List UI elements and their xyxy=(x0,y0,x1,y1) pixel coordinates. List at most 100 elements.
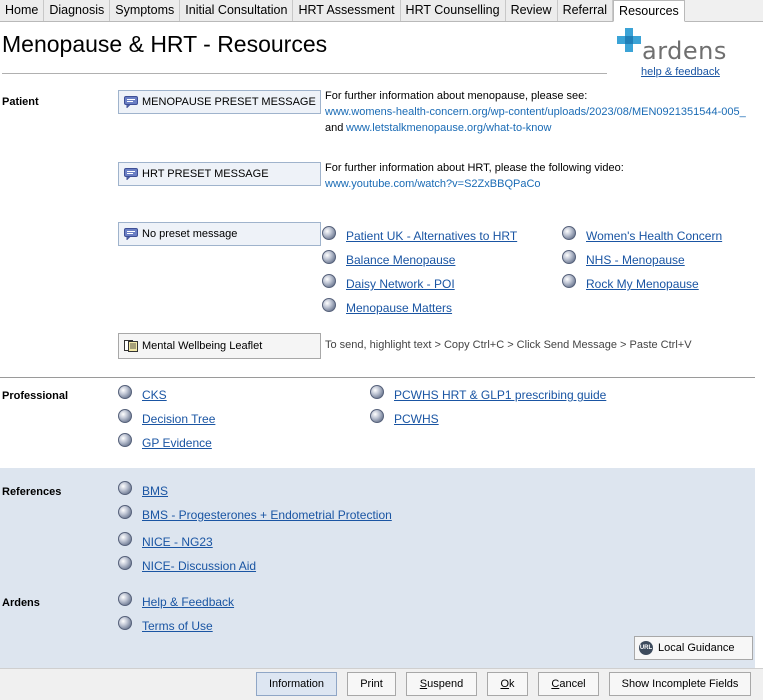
link-terms-of-use[interactable]: Terms of Use xyxy=(118,616,318,634)
section-label-patient: Patient xyxy=(2,96,39,108)
link-label: Menopause Matters xyxy=(346,301,453,315)
link-label: Decision Tree xyxy=(142,412,216,426)
link-help-feedback[interactable]: Help & Feedback xyxy=(118,592,318,610)
tab-initial-consultation[interactable]: Initial Consultation xyxy=(180,0,294,21)
tab-review[interactable]: Review xyxy=(505,0,558,21)
globe-icon xyxy=(322,298,336,312)
help-feedback-link[interactable]: help & feedback xyxy=(641,66,720,78)
url-badge-icon: URL xyxy=(639,641,653,655)
link-label: PCWHS HRT & GLP1 prescribing guide xyxy=(394,388,607,402)
title-divider xyxy=(2,73,607,74)
womens-health-concern-url[interactable]: www.womens-health-concern.org/wp-content… xyxy=(325,106,746,118)
menopause-preset-button[interactable]: MENOPAUSE PRESET MESSAGE xyxy=(118,90,321,114)
button-label: ancel xyxy=(559,678,586,690)
link-menopause-matters[interactable]: Menopause Matters xyxy=(322,298,542,316)
globe-icon xyxy=(118,616,132,630)
information-button[interactable]: Information xyxy=(256,672,337,696)
link-label: Daisy Network - POI xyxy=(346,277,455,291)
button-label: uspend xyxy=(427,678,464,690)
preset-label: No preset message xyxy=(142,228,238,240)
ok-button[interactable]: Ok xyxy=(487,672,528,696)
no-preset-button[interactable]: No preset message xyxy=(118,222,321,246)
letstalkmenopause-url[interactable]: www.letstalkmenopause.org/what-to-know xyxy=(346,122,551,134)
link-label: CKS xyxy=(142,388,167,402)
globe-icon xyxy=(562,274,576,288)
link-pcwhs-hrt-glp1[interactable]: PCWHS HRT & GLP1 prescribing guide xyxy=(370,385,630,403)
link-daisy-network[interactable]: Daisy Network - POI xyxy=(322,274,542,292)
tab-symptoms[interactable]: Symptoms xyxy=(110,0,181,21)
hrt-preset-button[interactable]: HRT PRESET MESSAGE xyxy=(118,162,321,186)
globe-icon xyxy=(562,226,576,240)
tab-resources[interactable]: Resources xyxy=(613,0,685,22)
page-title: Menopause & HRT - Resources xyxy=(2,31,328,57)
section-label-professional: Professional xyxy=(2,390,69,402)
globe-icon xyxy=(370,409,384,423)
cancel-button[interactable]: Cancel xyxy=(538,672,599,696)
tab-diagnosis[interactable]: Diagnosis xyxy=(44,0,111,21)
button-label: k xyxy=(509,678,515,690)
link-label: Balance Menopause xyxy=(346,253,456,267)
link-decision-tree[interactable]: Decision Tree xyxy=(118,409,318,427)
link-label: NHS - Menopause xyxy=(586,253,685,267)
leaflet-label: Mental Wellbeing Leaflet xyxy=(142,340,263,352)
link-label: Patient UK - Alternatives to HRT xyxy=(346,229,518,243)
print-button[interactable]: Print xyxy=(347,672,396,696)
local-guidance-label: Local Guidance xyxy=(658,642,735,654)
link-label: Terms of Use xyxy=(142,619,213,633)
hrt-info-text: For further information about HRT, pleas… xyxy=(325,162,624,174)
globe-icon xyxy=(562,250,576,264)
mental-wellbeing-leaflet-button[interactable]: Mental Wellbeing Leaflet xyxy=(118,333,321,359)
ardens-logo-text: ardens xyxy=(642,37,727,65)
globe-icon xyxy=(118,481,132,495)
suspend-button[interactable]: Suspend xyxy=(406,672,477,696)
link-label: BMS - Progesterones + Endometrial Protec… xyxy=(142,508,392,522)
globe-icon xyxy=(118,385,132,399)
link-label: Rock My Menopause xyxy=(586,277,699,291)
link-gp-evidence[interactable]: GP Evidence xyxy=(118,433,318,451)
link-nice-discussion-aid[interactable]: NICE- Discussion Aid xyxy=(118,556,418,574)
link-pcwhs[interactable]: PCWHS xyxy=(370,409,570,427)
section-divider xyxy=(0,377,755,378)
link-bms-progesterones[interactable]: BMS - Progesterones + Endometrial Protec… xyxy=(118,505,418,523)
show-incomplete-fields-button[interactable]: Show Incomplete Fields xyxy=(609,672,751,696)
accelerator-key: O xyxy=(500,678,510,690)
local-guidance-button[interactable]: URL Local Guidance xyxy=(634,636,753,660)
menopause-info-text: For further information about menopause,… xyxy=(325,90,588,102)
link-womens-health-concern[interactable]: Women's Health Concern xyxy=(562,226,752,244)
globe-icon xyxy=(118,556,132,570)
tab-hrt-assessment[interactable]: HRT Assessment xyxy=(293,0,401,21)
preset-label: MENOPAUSE PRESET MESSAGE xyxy=(142,96,316,108)
link-label: Women's Health Concern xyxy=(586,229,723,243)
tab-hrt-counselling[interactable]: HRT Counselling xyxy=(400,0,506,21)
link-label: NICE- Discussion Aid xyxy=(142,559,257,573)
message-icon xyxy=(124,168,138,180)
link-nhs-menopause[interactable]: NHS - Menopause xyxy=(562,250,752,268)
message-icon xyxy=(124,96,138,108)
link-label: NICE - NG23 xyxy=(142,535,213,549)
link-balance-menopause[interactable]: Balance Menopause xyxy=(322,250,542,268)
and-text: and xyxy=(325,122,344,134)
globe-icon xyxy=(370,385,384,399)
youtube-url[interactable]: www.youtube.com/watch?v=S2ZxBBQPaCo xyxy=(325,178,541,190)
globe-icon xyxy=(322,250,336,264)
link-patient-uk[interactable]: Patient UK - Alternatives to HRT xyxy=(322,226,542,244)
globe-icon xyxy=(118,505,132,519)
globe-icon xyxy=(118,433,132,447)
globe-icon xyxy=(118,532,132,546)
link-rock-my-menopause[interactable]: Rock My Menopause xyxy=(562,274,752,292)
link-cks[interactable]: CKS xyxy=(118,385,318,403)
link-label: PCWHS xyxy=(394,412,439,426)
tab-referral[interactable]: Referral xyxy=(557,0,614,21)
globe-icon xyxy=(118,409,132,423)
globe-icon xyxy=(322,226,336,240)
tab-home[interactable]: Home xyxy=(0,0,45,21)
link-label: BMS xyxy=(142,484,169,498)
link-bms[interactable]: BMS xyxy=(118,481,418,499)
preset-label: HRT PRESET MESSAGE xyxy=(142,168,269,180)
globe-icon xyxy=(118,592,132,606)
link-nice-ng23[interactable]: NICE - NG23 xyxy=(118,532,418,550)
link-label: Help & Feedback xyxy=(142,595,235,609)
section-label-references: References xyxy=(2,486,62,498)
document-icon xyxy=(124,340,138,352)
tab-bar: Home Diagnosis Symptoms Initial Consulta… xyxy=(0,0,763,22)
